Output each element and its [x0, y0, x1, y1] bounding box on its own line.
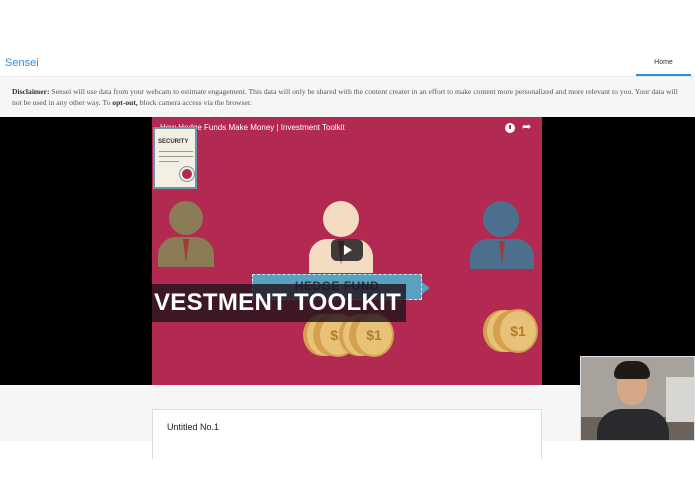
webcam-person-hair — [614, 361, 650, 379]
disclaimer-text-end: block camera access via the browser. — [137, 98, 252, 107]
coin-label: $1 — [510, 323, 526, 339]
video-overlay-caption: VESTMENT TOOLKIT — [152, 284, 407, 322]
banner-arrow-icon — [422, 282, 430, 294]
coin-label: $1 — [366, 327, 382, 343]
webcam-preview — [580, 356, 695, 441]
certificate-line — [159, 156, 193, 157]
navbar: Sensei Home — [0, 51, 695, 76]
webcam-person-shirt — [597, 409, 669, 440]
disclaimer-label: Disclaimer: — [12, 87, 50, 96]
certificate-line — [159, 151, 193, 152]
coin-stack-icon: $1 — [498, 309, 538, 353]
video-band: How Hedge Funds Make Money | Investment … — [0, 117, 695, 385]
webcam-window — [666, 377, 694, 422]
opt-out-label: opt-out, — [112, 98, 138, 107]
content-card[interactable]: Untitled No.1 — [152, 409, 542, 459]
watch-later-icon[interactable] — [505, 123, 515, 133]
play-icon[interactable] — [331, 239, 363, 261]
share-icon[interactable]: ➦ — [522, 120, 531, 133]
card-title: Untitled No.1 — [167, 422, 220, 432]
disclaimer-banner: Disclaimer: Sensei will use data from yo… — [0, 76, 695, 117]
certificate-seal-icon — [180, 167, 194, 181]
certificate-line — [159, 161, 179, 162]
nav-home-tab[interactable]: Home — [636, 53, 691, 76]
coin-label: $1 — [330, 327, 346, 343]
certificate-text: SECURITY — [158, 139, 189, 145]
security-certificate-illustration: SECURITY — [153, 127, 197, 189]
brand-logo[interactable]: Sensei — [5, 57, 39, 69]
video-player[interactable]: How Hedge Funds Make Money | Investment … — [152, 117, 542, 385]
